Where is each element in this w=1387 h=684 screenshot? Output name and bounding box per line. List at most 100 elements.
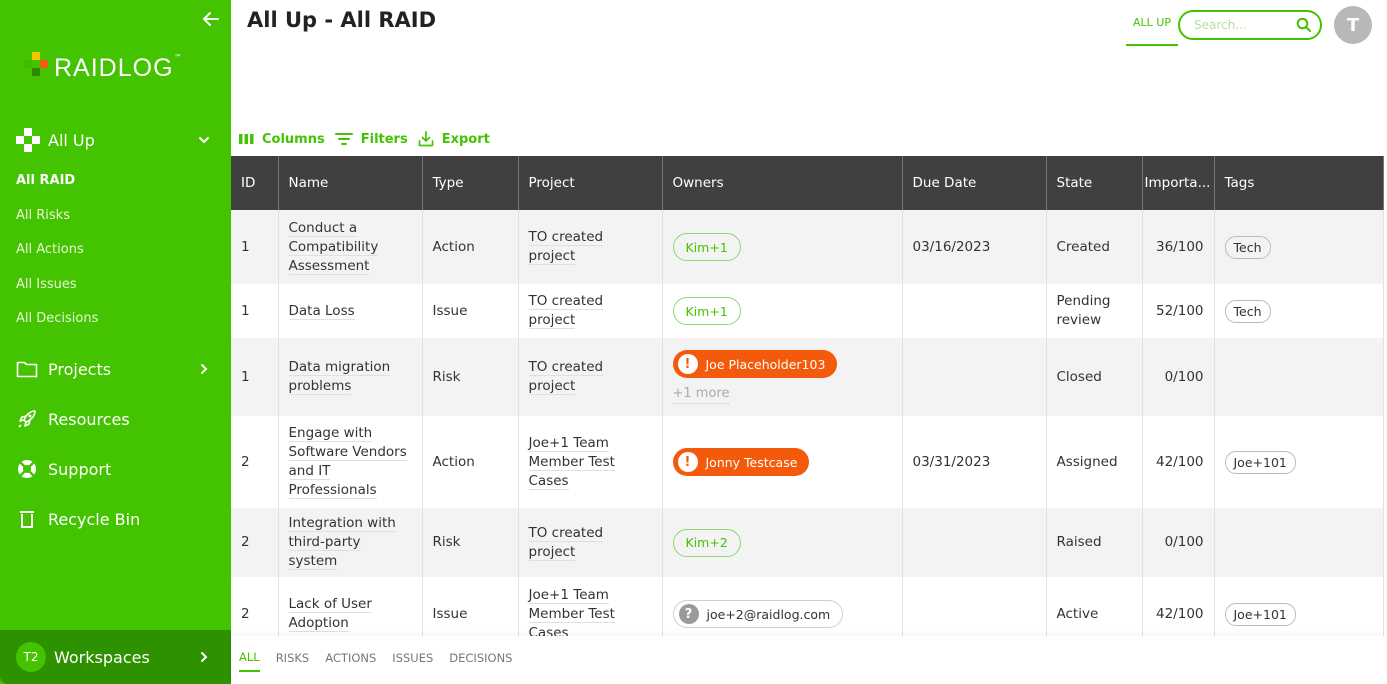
sidebar-item-projects[interactable]: Projects [0,352,231,386]
item-name-link[interactable]: Conduct a Compatibility Assessment [288,219,379,275]
column-header-name[interactable]: Name [278,156,423,210]
column-header-owners[interactable]: Owners [662,156,903,210]
item-name-link[interactable]: Integration with third-party system [288,515,396,570]
user-avatar[interactable]: T [1334,6,1372,44]
rocket-icon [18,410,36,428]
cell-owners: ! Jonny Testcase [662,416,903,508]
sidebar-item-recycle-bin[interactable]: Recycle Bin [0,502,231,536]
table-body: 1 Conduct a Compatibility Assessment Actio… [231,210,1384,651]
export-button[interactable]: Export [418,131,490,147]
cell-id: 1 [231,210,279,284]
tab-actions[interactable]: ACTIONS [325,645,376,671]
cell-tags: Tech [1214,284,1384,338]
item-name-link[interactable]: Engage with Software Vendors and IT Prof… [288,425,407,499]
columns-icon [239,134,254,144]
lifebuoy-icon [18,460,36,478]
sidebar-item-all-raid[interactable]: All RAID [0,164,231,199]
project-link[interactable]: TO created project [528,359,604,395]
sidebar-item-label: Recycle Bin [48,509,141,529]
cell-project: TO created project [518,508,663,577]
tab-issues[interactable]: ISSUES [392,645,433,671]
sidebar-item-support[interactable]: Support [0,452,231,486]
cell-tags: Tech [1214,210,1384,284]
tab-decisions[interactable]: DECISIONS [449,645,512,671]
column-header-type[interactable]: Type [422,156,519,210]
item-name-link[interactable]: Data migration problems [288,359,391,395]
logo-text: RAIDLOG™ [54,53,182,82]
cell-owners: Kim+1 [662,284,903,338]
owner-chip[interactable]: Kim+2 [672,528,741,557]
cell-tags [1214,508,1384,577]
cell-importance: 42/100 [1142,416,1215,508]
search-icon[interactable] [1296,17,1312,33]
column-header-importance[interactable]: Importa... [1142,156,1215,210]
all-up-nav-link[interactable]: ALL UP [1126,10,1178,46]
nav-all-up[interactable]: All Up [0,124,231,156]
project-link[interactable]: TO created project [528,524,604,561]
tab-all[interactable]: ALL [239,644,260,672]
cell-importance: 36/100 [1142,210,1215,284]
columns-button[interactable]: Columns [239,132,325,147]
table-row[interactable]: 1 Conduct a Compatibility Assessment Actio… [231,210,1384,284]
app-root: RAIDLOG™ All Up All RAID All Risks All A… [0,0,1387,684]
column-header-due-date[interactable]: Due Date [902,156,1047,210]
tag-chip[interactable]: Tech [1224,235,1271,259]
tag-chip[interactable]: Tech [1224,299,1271,323]
alert-icon: ! [677,452,698,472]
nav-all-up-label: All Up [48,130,95,150]
project-link[interactable]: TO created project [528,229,604,265]
sidebar-item-label: Projects [48,359,112,379]
all-up-blocks-icon [16,128,40,152]
owner-chip[interactable]: Kim+1 [672,233,741,261]
owner-label: joe+2@raidlog.com [706,606,831,622]
owner-chip[interactable]: ! Joe Placeholder103 [672,350,838,378]
cell-type: Issue [422,284,519,338]
sidebar-item-all-actions[interactable]: All Actions [0,233,231,268]
project-link[interactable]: Joe+1 Team Member Test Cases [528,586,615,642]
cell-state: Closed [1046,338,1143,416]
filters-button[interactable]: Filters [334,132,408,147]
sidebar-item-resources[interactable]: Resources [0,402,231,436]
cell-owners: Kim+2 [662,508,903,577]
owner-chip[interactable]: ? joe+2@raidlog.com [672,600,844,628]
cell-state: Raised [1046,508,1143,577]
tag-chip[interactable]: Joe+101 [1224,602,1296,626]
cell-type: Risk [422,508,519,577]
page-title: All Up - All RAID [247,8,437,32]
column-header-project[interactable]: Project [518,156,663,210]
table-row[interactable]: 1 Data migration problems Risk TO created p… [231,338,1384,416]
collapse-sidebar-button[interactable] [200,8,222,30]
tag-chip[interactable]: Joe+101 [1224,450,1296,474]
item-name-link[interactable]: Data Loss [288,302,355,320]
table-row[interactable]: 1 Data Loss Issue TO created project Kim+1 Pe… [231,284,1384,338]
sidebar-item-all-decisions[interactable]: All Decisions [0,302,231,337]
workspaces-label: Workspaces [54,647,150,667]
project-link[interactable]: Joe+1 Team Member Test Cases [528,434,615,490]
sidebar-item-label: Resources [48,409,130,429]
table-row[interactable]: 2 Integration with third-party system Risk… [231,508,1384,577]
type-tabs: ALL RISKS ACTIONS ISSUES DECISIONS [231,636,1387,680]
owner-chip[interactable]: ! Jonny Testcase [672,448,810,476]
owner-chip[interactable]: Kim+1 [672,297,741,325]
column-header-id[interactable]: ID [231,156,279,210]
cell-type: Risk [422,338,519,416]
unknown-user-icon: ? [678,604,699,624]
column-header-state[interactable]: State [1046,156,1143,210]
filter-icon [334,133,353,145]
alert-icon: ! [677,354,698,374]
sidebar-item-all-risks[interactable]: All Risks [0,199,231,234]
search-input[interactable] [1194,18,1294,32]
sidebar-item-all-issues[interactable]: All Issues [0,268,231,303]
project-link[interactable]: TO created project [528,293,604,329]
column-header-tags[interactable]: Tags [1214,156,1384,210]
cell-project: TO created project [518,210,663,284]
table-row[interactable]: 2 Engage with Software Vendors and IT Pro… [231,416,1384,508]
cell-due-date [902,508,1047,577]
chevron-down-icon [199,137,209,144]
workspaces-button[interactable]: T2 Workspaces [0,630,231,684]
tab-risks[interactable]: RISKS [276,645,310,671]
cell-type: Action [422,416,519,508]
more-owners-link[interactable]: +1 more [672,384,730,404]
cell-owners: Kim+1 [662,210,903,284]
item-name-link[interactable]: Lack of User Adoption [288,596,372,632]
